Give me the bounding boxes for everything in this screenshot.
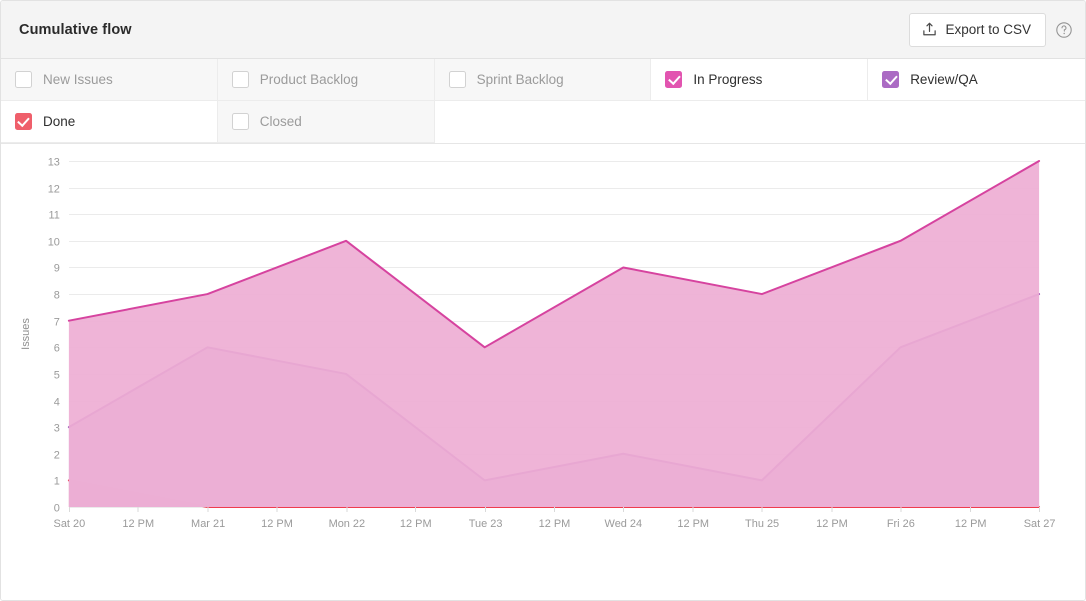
y-axis-tick-label: 6 [54,342,60,354]
x-axis-tick-label: 12 PM [816,518,848,530]
y-axis-tick-label: 11 [49,209,60,221]
y-axis-tick-label: 8 [54,289,60,301]
x-axis-tick-label: Sat 27 [1024,518,1056,530]
header-actions: Export to CSV [909,12,1073,47]
y-axis-tick-label: 5 [54,369,60,381]
y-axis-tick-label: 10 [48,236,60,248]
legend-item-done[interactable]: Done [1,101,218,143]
y-axis-tick-label: 12 [48,183,60,195]
legend-label-product-backlog: Product Backlog [259,72,359,87]
chart-svg: 012345678910111213 Sat 20 12 PM Mar 21 12 P… [20,156,1056,530]
checkbox-done[interactable] [15,113,32,130]
x-axis-tick-label: 12 PM [400,518,432,530]
checkbox-sprint-backlog[interactable] [448,71,466,88]
checkbox-review-qa[interactable] [882,71,900,88]
legend-item-in-progress[interactable]: In Progress [651,59,869,101]
y-axis-tick-label: 2 [54,449,60,461]
x-axis-tick-label: Thu 25 [745,518,779,530]
chart-areas [67,160,1041,508]
legend-item-sprint-backlog[interactable]: Sprint Backlog [434,59,652,101]
help-circle-icon[interactable] [1055,21,1073,39]
y-axis-tick-label: 7 [54,316,60,328]
x-axis-tick-label: 12 PM [539,518,571,530]
x-axis-tick-label: Fri 26 [887,518,915,530]
y-axis-tick-label: 1 [54,475,60,487]
y-axis-tick-label: 0 [54,502,60,514]
legend-label-closed: Closed [259,114,302,129]
x-axis-tick-label: Mon 22 [329,518,366,530]
chart-y-axis-labels: 012345678910111213 [48,156,60,514]
upload-tray-icon [922,22,937,37]
legend-label-in-progress: In Progress [693,72,763,87]
cumulative-flow-chart: 0 1 2 3 4 5 6 7 8 9 10 11 12 13 Sat 20 12 PM Mar 21 12 P… [1,144,1085,600]
y-axis-tick-label: 3 [54,422,60,434]
x-axis-tick-label: 12 PM [677,518,709,530]
legend-empty-cell [434,101,1085,143]
legend-label-new-issues: New Issues [43,72,113,87]
x-axis-tick-label: Sat 20 [54,518,86,530]
page-title: Cumulative flow [19,21,132,38]
checkbox-closed[interactable] [231,113,249,130]
x-axis-tick-label: 12 PM [261,518,293,530]
y-axis-tick-label: 4 [54,396,60,408]
checkbox-new-issues[interactable] [15,71,32,88]
legend-label-done: Done [43,114,76,129]
panel-header: Cumulative flow Export to CSV [1,1,1085,59]
x-axis-tick-label: Tue 23 [469,518,503,530]
checkbox-product-backlog[interactable] [231,71,249,88]
legend-item-review-qa[interactable]: Review/QA [868,59,1085,101]
legend-item-closed[interactable]: Closed [217,101,435,143]
y-axis-title: Issues [20,318,32,350]
x-axis-tick-label: 12 PM [122,518,154,530]
legend-label-review-qa: Review/QA [910,72,978,87]
checkbox-in-progress[interactable] [665,71,683,88]
series-legend-grid: New Issues Product Backlog Sprint Backlo… [1,59,1085,144]
x-axis-tick-label: 12 PM [955,518,987,530]
area-fill-in-progress [68,161,1040,507]
legend-item-new-issues[interactable]: New Issues [1,59,218,101]
export-to-csv-button[interactable]: Export to CSV [909,12,1046,47]
x-axis-tick-label: Mar 21 [191,518,225,530]
x-axis-tick-label: Wed 24 [605,518,643,530]
chart-x-axis-labels: Sat 20 12 PM Mar 21 12 PM Mon 22 12 PM Tue 23 1… [54,518,1056,530]
legend-item-product-backlog[interactable]: Product Backlog [217,59,435,101]
cumulative-flow-panel: Cumulative flow Export to CSV New Issues… [0,0,1086,601]
y-axis-tick-label: 9 [54,262,60,274]
legend-label-sprint-backlog: Sprint Backlog [476,72,564,87]
y-axis-tick-label: 13 [48,156,60,168]
export-to-csv-label: Export to CSV [945,22,1031,37]
